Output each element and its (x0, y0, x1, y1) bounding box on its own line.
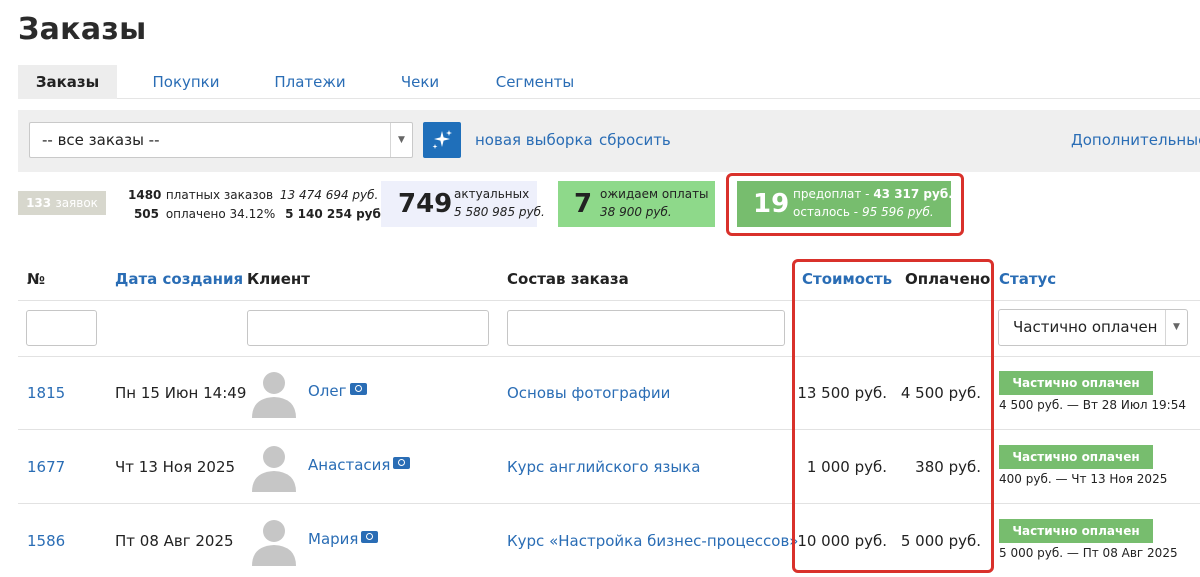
id-filter-input[interactable] (26, 310, 97, 346)
paid-label: оплачено 34.12% (165, 207, 276, 221)
paid-orders-label: платных заказов (165, 188, 274, 202)
paid-sum: 5 140 254 руб. (285, 207, 386, 221)
prepay-count: 19 (753, 189, 790, 219)
actual-label: актуальных (454, 187, 530, 201)
actual-sum: 5 580 985 руб. (454, 205, 545, 219)
order-id-link[interactable]: 1677 (27, 458, 65, 476)
status-note: 4 500 руб. — Вт 28 Июл 19:54 (999, 398, 1186, 412)
cost-paid-highlight (792, 259, 994, 573)
order-date: Пн 15 Июн 14:49 (115, 384, 247, 402)
status-filter-value: Частично оплачен (1013, 318, 1158, 336)
order-paid: 380 руб. (915, 458, 981, 476)
magic-filter-button[interactable] (423, 122, 461, 158)
divider (18, 503, 1200, 504)
requests-badge[interactable]: 133 заявок (18, 191, 106, 215)
orders-stats: 1480 платных заказов 13 474 694 руб. 505… (128, 186, 385, 224)
chevron-down-icon[interactable]: ▼ (1165, 310, 1187, 345)
product-link[interactable]: Основы фотографии (507, 384, 670, 402)
new-selection-link[interactable]: новая выборка (475, 122, 593, 158)
col-header-status[interactable]: Статус (999, 270, 1056, 288)
avatar[interactable] (248, 514, 300, 566)
status-badge: Частично оплачен (999, 445, 1153, 469)
camera-icon (349, 383, 367, 395)
requests-label: заявок (55, 196, 98, 210)
order-id-link[interactable]: 1815 (27, 384, 65, 402)
waiting-count: 7 (574, 189, 593, 219)
status-badge: Частично оплачен (999, 371, 1153, 395)
prepay-text: предоплат - 43 317 руб. осталось - 95 59… (793, 185, 953, 221)
camera-icon (393, 457, 411, 469)
additional-link[interactable]: Дополнительные (1071, 122, 1200, 158)
order-id-link[interactable]: 1586 (27, 532, 65, 550)
product-link[interactable]: Курс «Настройка бизнес-процессов» (507, 532, 798, 550)
user-silhouette-icon (252, 520, 296, 566)
order-date: Пт 08 Авг 2025 (115, 532, 234, 550)
sparkles-icon (432, 130, 452, 149)
order-cost: 10 000 руб. (797, 532, 887, 550)
product-link[interactable]: Курс английского языка (507, 458, 700, 476)
divider (18, 429, 1200, 430)
reset-link[interactable]: сбросить (599, 122, 671, 158)
waiting-payment-card[interactable]: 7 ожидаем оплаты 38 900 руб. (558, 181, 715, 227)
waiting-label: ожидаем оплаты (600, 187, 709, 201)
requests-count: 133 (26, 196, 52, 210)
col-header-client: Клиент (247, 270, 310, 288)
client-name: Мария (308, 530, 359, 548)
status-filter-select[interactable]: Частично оплачен ▼ (998, 309, 1188, 346)
chevron-down-icon[interactable]: ▼ (390, 123, 412, 157)
status-badge: Частично оплачен (999, 519, 1153, 543)
order-cost: 13 500 руб. (797, 384, 887, 402)
user-silhouette-icon (252, 446, 296, 492)
col-header-created[interactable]: Дата создания (115, 270, 243, 288)
status-note: 5 000 руб. — Пт 08 Авг 2025 (999, 546, 1178, 560)
user-silhouette-icon (252, 372, 296, 418)
paid-orders-count: 1480 (128, 188, 162, 202)
client-link[interactable]: Мария (308, 530, 379, 548)
divider (18, 300, 1200, 301)
prepayment-card[interactable]: 19 предоплат - 43 317 руб. осталось - 95… (737, 181, 953, 227)
prepay-label: предоплат - (793, 187, 874, 201)
tab-purchases[interactable]: Покупки (136, 65, 236, 99)
camera-icon (361, 531, 379, 543)
remaining-sum: 95 596 руб. (861, 205, 934, 219)
actual-orders-card[interactable]: 749 актуальных 5 580 985 руб. (381, 181, 545, 227)
filter-toolbar: -- все заказы -- ▼ новая выборка сбросит… (18, 110, 1200, 172)
status-note: 400 руб. — Чт 13 Ноя 2025 (999, 472, 1168, 486)
tab-receipts[interactable]: Чеки (375, 65, 465, 99)
col-header-composition: Состав заказа (507, 270, 629, 288)
waiting-text: ожидаем оплаты 38 900 руб. (600, 185, 709, 221)
client-name: Анастасия (308, 456, 391, 474)
tab-payments[interactable]: Платежи (260, 65, 360, 99)
order-paid: 5 000 руб. (900, 532, 981, 550)
waiting-sum: 38 900 руб. (600, 205, 672, 219)
col-header-num: № (27, 270, 46, 288)
segment-select-value: -- все заказы -- (42, 131, 160, 149)
client-link[interactable]: Олег (308, 382, 367, 400)
col-header-paid: Оплачено (905, 270, 991, 288)
client-link[interactable]: Анастасия (308, 456, 411, 474)
prepay-sum: 43 317 руб. (873, 187, 953, 201)
actual-text: актуальных 5 580 985 руб. (454, 185, 545, 221)
order-paid: 4 500 руб. (900, 384, 981, 402)
tab-orders[interactable]: Заказы (18, 65, 117, 99)
segment-select[interactable]: -- все заказы -- ▼ (29, 122, 413, 158)
col-header-cost[interactable]: Стоимость (802, 270, 892, 288)
client-filter-input[interactable] (247, 310, 489, 346)
composition-filter-input[interactable] (507, 310, 785, 346)
paid-count: 505 (133, 207, 159, 221)
remaining-label: осталось - (793, 205, 862, 219)
avatar[interactable] (248, 366, 300, 418)
client-name: Олег (308, 382, 347, 400)
paid-orders-sum: 13 474 694 руб. (279, 188, 379, 202)
avatar[interactable] (248, 440, 300, 492)
actual-count: 749 (398, 189, 453, 219)
page-title: Заказы (18, 12, 147, 47)
tab-bar: Заказы Покупки Платежи Чеки Сегменты (18, 65, 1200, 99)
order-cost: 1 000 руб. (806, 458, 887, 476)
tab-segments[interactable]: Сегменты (485, 65, 585, 99)
order-date: Чт 13 Ноя 2025 (115, 458, 236, 476)
divider (18, 356, 1200, 357)
